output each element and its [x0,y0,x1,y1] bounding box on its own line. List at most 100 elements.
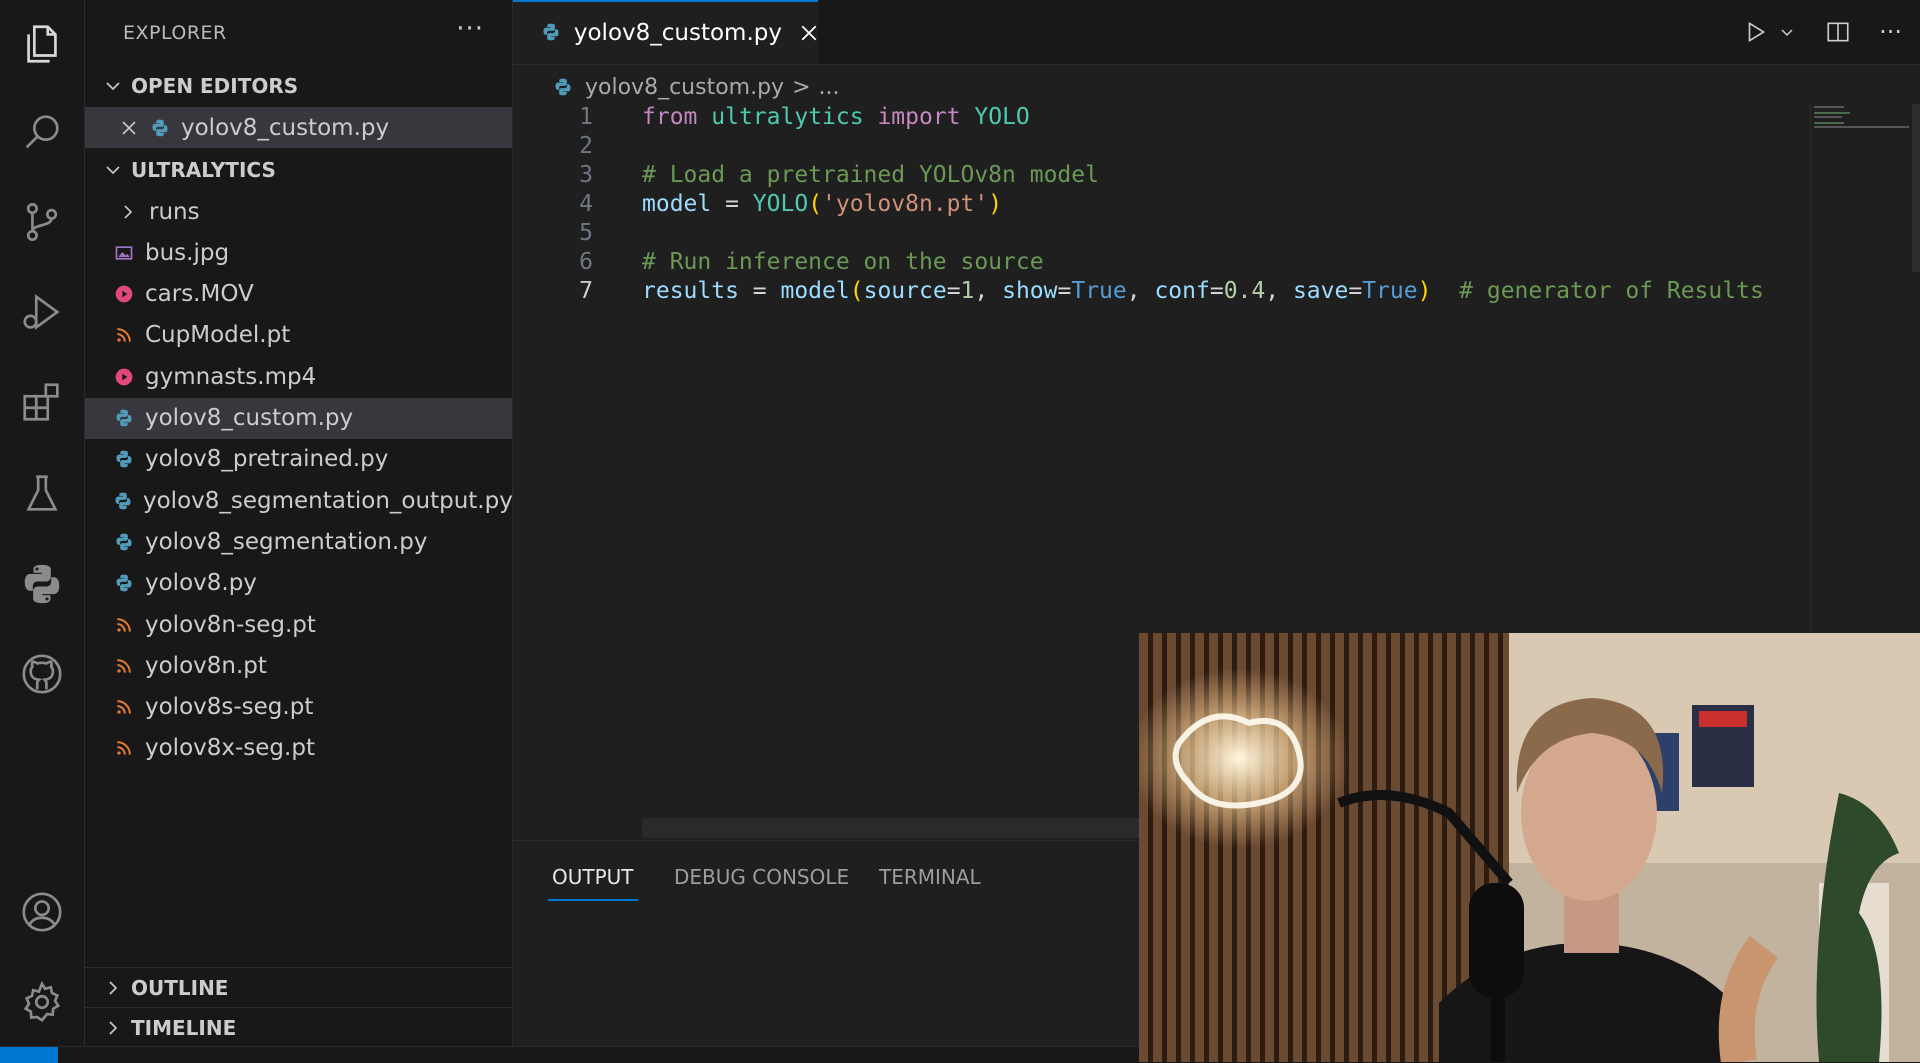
file-item[interactable]: yolov8_pretrained.py [85,439,512,480]
chevron-down-icon [95,78,131,94]
ultralytics-folder-header[interactable]: ULTRALYTICS [85,150,512,190]
file-item[interactable]: yolov8n-seg.pt [85,604,512,645]
file-item[interactable]: yolov8_segmentation.py [85,521,512,562]
split-editor-icon[interactable] [1825,19,1851,45]
breadcrumb-rest[interactable]: ... [819,75,840,100]
file-label: bus.jpg [145,239,230,266]
account-icon[interactable] [14,884,70,940]
open-editors-header[interactable]: OPEN EDITORS [85,66,512,106]
file-label: yolov8n-seg.pt [145,611,316,638]
open-editor-label: yolov8_custom.py [181,114,390,141]
more-actions-icon[interactable]: ··· [1879,18,1902,46]
remote-indicator[interactable] [0,1047,58,1063]
chevron-down-icon[interactable] [1779,24,1795,40]
file-item[interactable]: yolov8_segmentation_output.py [85,480,513,521]
file-item[interactable]: gymnasts.mp4 [85,356,512,397]
model-file-icon [113,324,135,346]
python-file-icon [113,572,135,594]
video-file-icon [113,283,135,305]
image-file-icon [113,242,135,264]
editor-actions: ··· [1743,0,1920,64]
settings-gear-icon[interactable] [14,974,70,1030]
line-number: 5 [579,220,593,246]
file-item[interactable]: yolov8_custom.py [85,397,512,439]
extensions-icon[interactable] [14,374,70,430]
line-number: 1 [579,104,593,130]
explorer-icon[interactable] [14,16,70,72]
file-item[interactable]: yolov8n.pt [85,645,512,686]
file-label: yolov8.py [145,570,257,597]
tab-terminal[interactable]: TERMINAL [879,865,981,889]
line-number: 6 [579,249,593,275]
file-item[interactable]: cars.MOV [85,274,512,315]
line-number: 4 [579,191,593,217]
python-icon[interactable] [14,556,70,612]
webcam-overlay [1139,633,1920,1062]
breadcrumb-separator: > [792,74,811,100]
github-icon[interactable] [14,646,70,702]
file-label: yolov8n.pt [145,652,267,679]
search-icon[interactable] [14,104,70,160]
file-item[interactable]: yolov8s-seg.pt [85,687,512,728]
tab-debug-console[interactable]: DEBUG CONSOLE [674,865,849,889]
file-label: yolov8_custom.py [145,405,354,431]
file-label: yolov8x-seg.pt [145,735,315,762]
file-item[interactable]: yolov8.py [85,563,512,604]
run-play-icon[interactable] [1743,19,1769,45]
file-label: yolov8s-seg.pt [145,694,314,721]
python-file-icon [113,448,135,470]
source-control-icon[interactable] [14,194,70,250]
code-line-3: # Load a pretrained YOLOv8n model [642,162,1099,188]
activity-bar [0,0,85,1046]
run-debug-icon[interactable] [14,284,70,340]
tab-output[interactable]: OUTPUT [548,865,638,901]
close-tab-icon[interactable] [800,24,818,42]
close-icon[interactable] [85,120,137,136]
line-number: 2 [579,133,593,159]
file-label: yolov8_pretrained.py [145,446,389,473]
more-actions-icon[interactable]: ··· [456,14,484,44]
tab-label: yolov8_custom.py [573,20,782,46]
chevron-down-icon [95,162,131,178]
horizontal-scrollbar[interactable] [642,818,1142,838]
file-label: gymnasts.mp4 [145,363,317,390]
file-label: yolov8_segmentation.py [145,528,428,555]
outline-label: OUTLINE [131,976,229,1000]
chevron-right-icon [95,1020,131,1036]
file-item[interactable]: bus.jpg [85,232,512,273]
python-file-icon [149,117,171,139]
python-file-icon [113,407,135,429]
model-file-icon [113,614,135,636]
video-file-icon [113,366,135,388]
code-line-1: from ultralytics import YOLO [642,104,1030,130]
explorer-sidebar: EXPLORER ··· OPEN EDITORS yolov8_custom.… [85,0,513,1046]
explorer-title: EXPLORER [123,22,227,44]
tab-yolov8-custom[interactable]: yolov8_custom.py [513,0,818,64]
python-file-icon [113,490,133,512]
code-line-4: model = YOLO('yolov8n.pt') [642,191,1003,217]
chevron-right-icon [117,201,139,223]
chevron-right-icon [95,980,131,996]
file-label: runs [149,198,200,225]
outline-header[interactable]: OUTLINE [85,967,512,1008]
file-item[interactable]: CupModel.pt [85,315,512,356]
testing-icon[interactable] [14,466,70,522]
timeline-header[interactable]: TIMELINE [85,1007,512,1048]
code-line-7: results = model(source=1, show=True, con… [642,278,1764,304]
line-number: 7 [579,278,593,304]
python-file-icon [553,77,573,97]
project-label: ULTRALYTICS [131,158,276,182]
model-file-icon [113,737,135,759]
model-file-icon [113,655,135,677]
code-line-6: # Run inference on the source [642,249,1044,275]
file-item[interactable]: yolov8x-seg.pt [85,728,512,769]
file-item[interactable]: runs [85,191,512,232]
file-label: cars.MOV [145,281,254,308]
breadcrumb: yolov8_custom.py > ... [553,70,840,104]
open-editor-item[interactable]: yolov8_custom.py [85,107,512,148]
line-number: 3 [579,162,593,188]
file-label: CupModel.pt [145,322,291,349]
breadcrumb-file[interactable]: yolov8_custom.py [585,75,784,100]
model-file-icon [113,696,135,718]
python-file-icon [113,531,135,553]
